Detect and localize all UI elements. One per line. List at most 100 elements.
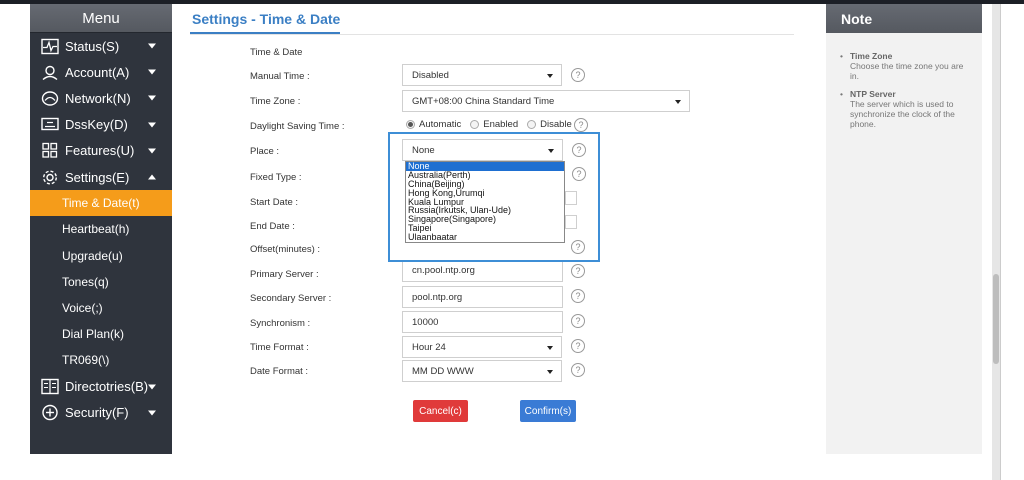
help-icon[interactable]: ?	[571, 339, 585, 353]
page-title: Settings - Time & Date	[192, 11, 341, 27]
sidebar-item-settings[interactable]: Settings(E)	[30, 164, 172, 190]
note-item: NTP Server The server which is used to s…	[840, 89, 974, 129]
sidebar-item-network[interactable]: Network(N)	[30, 85, 172, 111]
help-icon[interactable]: ?	[571, 68, 585, 82]
grid-icon	[40, 142, 60, 160]
radio-automatic[interactable]: Automatic	[406, 119, 461, 130]
radio-enabled[interactable]: Enabled	[470, 119, 518, 130]
title-divider	[190, 34, 794, 35]
chevron-down-icon	[148, 384, 156, 390]
help-icon[interactable]: ?	[571, 363, 585, 377]
sidebar-subitem-heartbeat[interactable]: Heartbeat(h)	[30, 216, 172, 242]
manual-time-value: Disabled	[412, 69, 449, 81]
sidebar-item-label: Network(N)	[65, 90, 131, 106]
sidebar-item-status[interactable]: Status(S)	[30, 33, 172, 59]
network-icon	[40, 89, 60, 107]
radio-dot	[527, 120, 537, 129]
right-gutter	[982, 4, 1024, 480]
synchronism-input[interactable]: 10000	[402, 311, 563, 333]
note-item: Time Zone Choose the time zone you are i…	[840, 51, 974, 81]
sidebar-item-features[interactable]: Features(U)	[30, 138, 172, 164]
chevron-down-icon	[148, 95, 156, 101]
manual-time-label: Manual Time :	[250, 71, 310, 82]
pulse-icon	[40, 37, 60, 55]
confirm-button[interactable]: Confirm(s)	[520, 400, 576, 422]
manual-time-select[interactable]: Disabled	[402, 64, 562, 86]
user-icon	[40, 63, 60, 81]
caret-down-icon	[675, 100, 681, 104]
sidebar-subitem-upgrade[interactable]: Upgrade(u)	[30, 243, 172, 269]
help-icon[interactable]: ?	[571, 314, 585, 328]
gear-icon	[40, 168, 60, 186]
chevron-up-icon	[148, 174, 156, 180]
menu-header: Menu	[30, 4, 172, 33]
chevron-down-icon	[148, 122, 156, 128]
caret-down-icon	[547, 370, 553, 374]
secondary-server-value: pool.ntp.org	[412, 291, 463, 303]
book-icon	[40, 378, 60, 396]
note-item-text: The server which is used to synchronize …	[850, 99, 955, 129]
radio-label: Enabled	[483, 119, 519, 130]
synchronism-label: Synchronism :	[250, 318, 311, 329]
sidebar-subitem-tr069[interactable]: TR069(\)	[30, 347, 172, 373]
window-edge	[1000, 4, 1001, 480]
cancel-button[interactable]: Cancel(c)	[413, 400, 468, 422]
time-format-value: Hour 24	[412, 341, 446, 353]
help-icon[interactable]: ?	[571, 264, 585, 278]
place-label: Place :	[250, 146, 280, 157]
scrollbar[interactable]	[992, 4, 1000, 480]
note-header: Note	[826, 4, 982, 33]
radio-dot	[470, 120, 480, 129]
secondary-server-input[interactable]: pool.ntp.org	[402, 286, 563, 308]
help-icon[interactable]: ?	[571, 289, 585, 303]
chevron-down-icon	[148, 43, 156, 49]
primary-server-input[interactable]: cn.pool.ntp.org	[402, 260, 563, 282]
note-panel: Note Time Zone Choose the time zone you …	[826, 4, 982, 454]
time-zone-select[interactable]: GMT+08:00 China Standard Time	[402, 90, 690, 112]
sidebar-subitem-tones[interactable]: Tones(q)	[30, 269, 172, 295]
shield-plus-icon	[40, 404, 60, 422]
sidebar-item-directories[interactable]: Directotries(B)	[30, 373, 172, 399]
time-format-select[interactable]: Hour 24	[402, 336, 562, 358]
chevron-down-icon	[148, 148, 156, 154]
note-body: Time Zone Choose the time zone you are i…	[826, 33, 982, 129]
radio-label: Automatic	[419, 119, 462, 130]
sidebar-subitem-voice[interactable]: Voice(;)	[30, 295, 172, 321]
radio-dot	[406, 120, 415, 129]
scrollbar-thumb[interactable]	[993, 274, 999, 364]
sidebar-item-label: Features(U)	[65, 143, 135, 159]
caret-down-icon	[547, 346, 553, 350]
note-item-title: NTP Server	[850, 89, 896, 99]
sidebar-item-account[interactable]: Account(A)	[30, 59, 172, 85]
sidebar-item-security[interactable]: Security(F)	[30, 400, 172, 426]
sidebar-item-label: DssKey(D)	[65, 117, 128, 133]
sidebar-item-label: Security(F)	[65, 405, 129, 421]
fixed-type-label: Fixed Type :	[250, 172, 302, 183]
daylight-saving-label: Daylight Saving Time :	[250, 121, 345, 132]
date-format-select[interactable]: MM DD WWW	[402, 360, 562, 382]
date-format-label: Date Format :	[250, 366, 309, 377]
chevron-down-icon	[148, 69, 156, 75]
highlight-box	[388, 132, 600, 262]
note-item-title: Time Zone	[850, 51, 893, 61]
sidebar-subitem-time-date[interactable]: Time & Date(t)	[30, 190, 172, 217]
synchronism-value: 10000	[412, 316, 439, 328]
secondary-server-label: Secondary Server :	[250, 293, 332, 304]
panel-gap	[812, 4, 826, 454]
time-zone-value: GMT+08:00 China Standard Time	[412, 95, 555, 107]
note-item-text: Choose the time zone you are in.	[850, 61, 964, 81]
chevron-down-icon	[148, 410, 156, 416]
help-icon[interactable]: ?	[574, 118, 588, 132]
sidebar-menu: Menu Status(S) Account(A) Network(N) Dss…	[30, 4, 172, 454]
time-format-label: Time Format :	[250, 342, 309, 353]
sidebar-item-label: Account(A)	[65, 64, 130, 80]
end-date-label: End Date :	[250, 221, 295, 232]
start-date-label: Start Date :	[250, 197, 299, 208]
daylight-saving-radios: Automatic Enabled Disable	[406, 119, 581, 130]
sidebar-item-dsskey[interactable]: DssKey(D)	[30, 112, 172, 138]
radio-label: Disable	[540, 119, 572, 130]
time-zone-label: Time Zone :	[250, 96, 301, 107]
sidebar-subitem-dial-plan[interactable]: Dial Plan(k)	[30, 321, 172, 347]
radio-disable[interactable]: Disable	[527, 119, 572, 130]
keyboard-icon	[40, 116, 60, 134]
